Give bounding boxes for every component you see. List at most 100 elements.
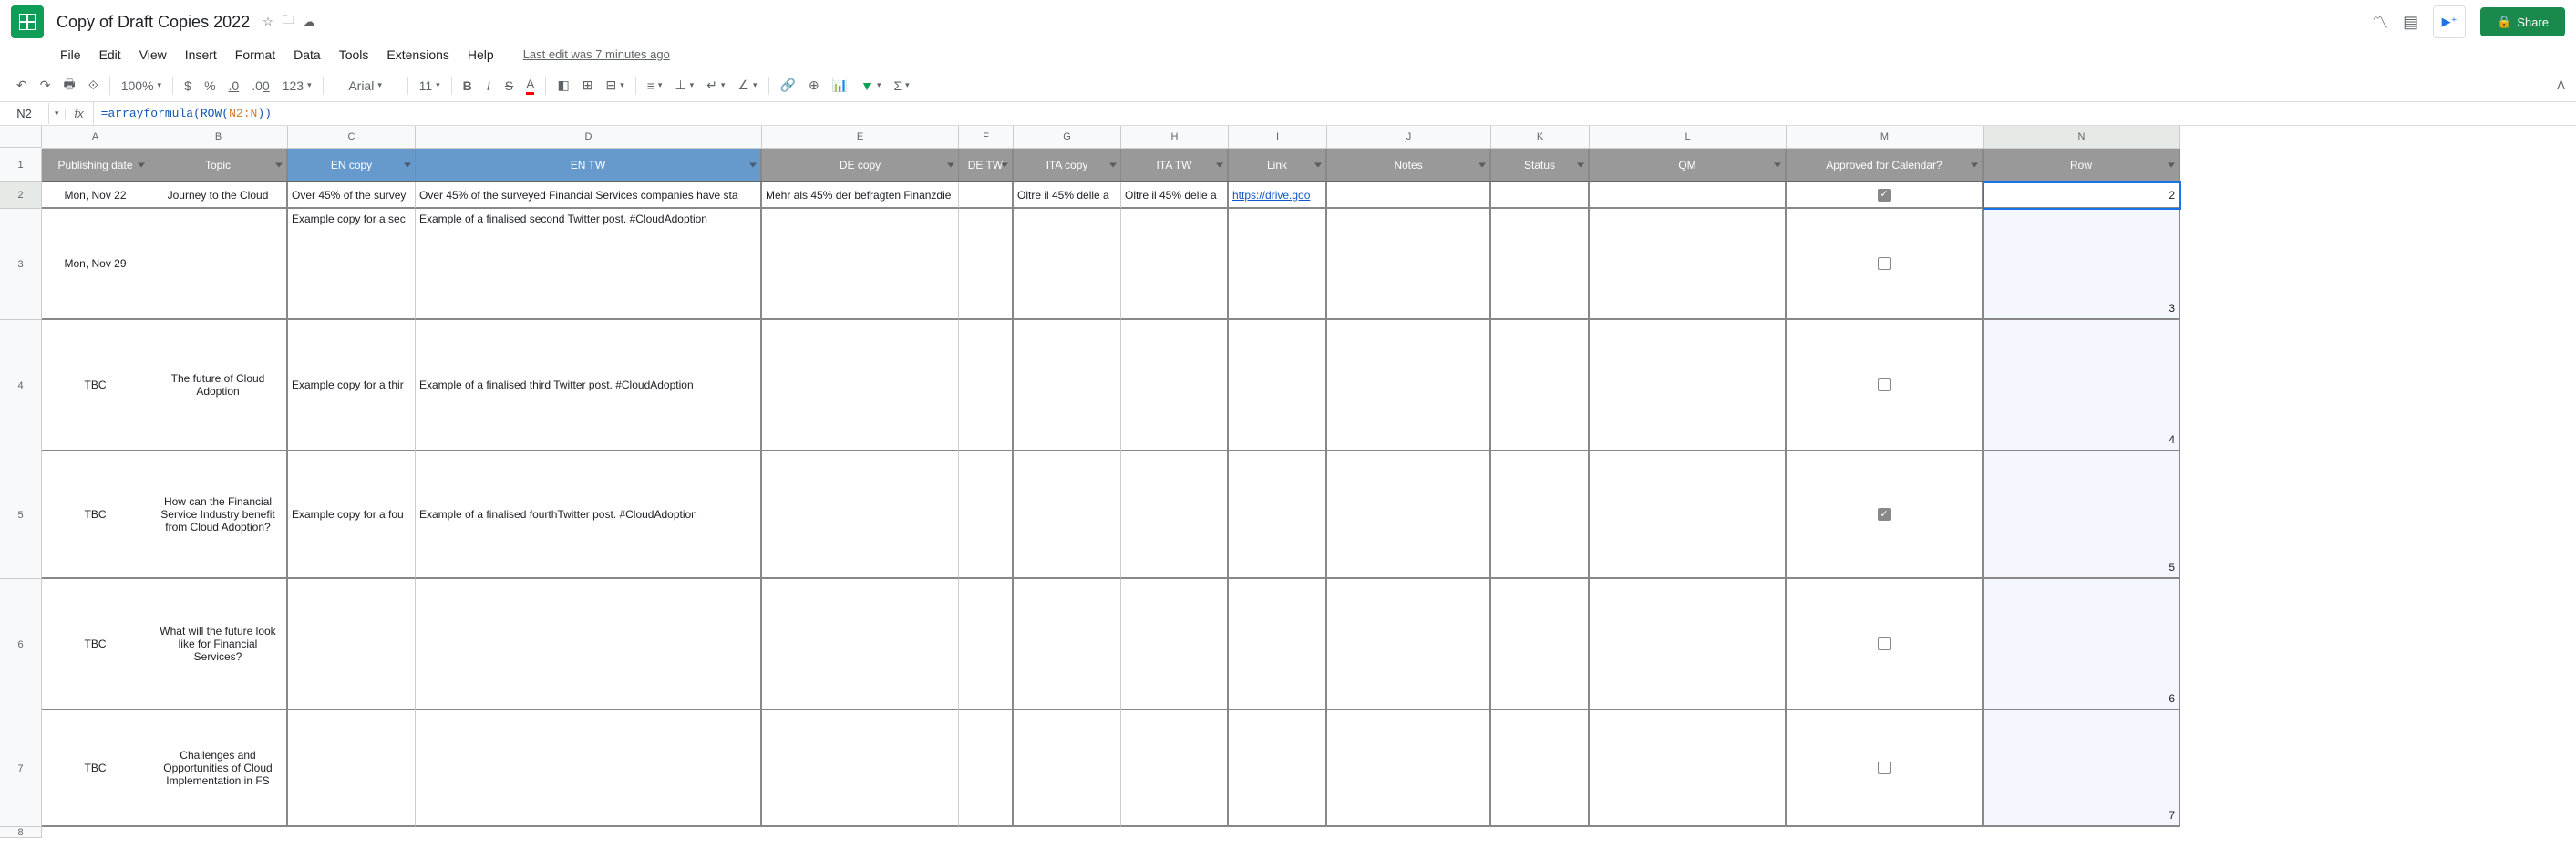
cell[interactable] — [1014, 579, 1121, 710]
font-select[interactable]: Arial — [329, 75, 402, 97]
cell[interactable] — [1590, 451, 1787, 579]
col-header-B[interactable]: B — [149, 126, 288, 149]
row-header-6[interactable]: 6 — [0, 579, 42, 710]
menu-tools[interactable]: Tools — [332, 44, 376, 66]
rotate-button[interactable]: ∠ — [732, 74, 762, 97]
filter-icon[interactable] — [2168, 162, 2175, 167]
header-link[interactable]: Link — [1229, 149, 1327, 182]
cell[interactable] — [1229, 209, 1327, 320]
cell[interactable] — [762, 209, 959, 320]
cell[interactable] — [959, 182, 1014, 209]
formula-input[interactable]: =arrayformula(ROW(N2:N)) — [94, 103, 2576, 124]
cell-checkbox[interactable] — [1787, 320, 1984, 451]
fill-color-button[interactable]: ◧ — [551, 74, 574, 97]
percent-button[interactable]: % — [199, 75, 221, 97]
menu-edit[interactable]: Edit — [92, 44, 129, 66]
checkbox-icon[interactable] — [1878, 638, 1891, 650]
wrap-button[interactable]: ↵ — [701, 74, 730, 97]
header-publishing-date[interactable]: Publishing date — [42, 149, 149, 182]
cell[interactable]: Over 45% of the survey — [288, 182, 416, 209]
col-header-F[interactable]: F — [959, 126, 1014, 149]
cell[interactable] — [1121, 579, 1229, 710]
cell[interactable] — [1590, 320, 1787, 451]
cell[interactable]: TBC — [42, 579, 149, 710]
font-size-select[interactable]: 11 — [414, 75, 446, 97]
cell[interactable]: How can the Financial Service Industry b… — [149, 451, 288, 579]
cell[interactable] — [1121, 320, 1229, 451]
cell[interactable] — [1121, 451, 1229, 579]
checkbox-icon[interactable] — [1878, 762, 1891, 774]
cell[interactable] — [1590, 209, 1787, 320]
header-qm[interactable]: QM — [1590, 149, 1787, 182]
cell[interactable]: Over 45% of the surveyed Financial Servi… — [416, 182, 762, 209]
activity-icon[interactable]: 〽 — [2372, 10, 2388, 34]
cell[interactable] — [1229, 710, 1327, 827]
name-box[interactable]: N2 — [0, 103, 49, 124]
menu-view[interactable]: View — [132, 44, 174, 66]
cell[interactable] — [1229, 451, 1327, 579]
col-header-L[interactable]: L — [1590, 126, 1787, 149]
cell[interactable]: What will the future look like for Finan… — [149, 579, 288, 710]
cell-checkbox[interactable] — [1787, 182, 1984, 209]
cell[interactable]: Example of a finalised third Twitter pos… — [416, 320, 762, 451]
cell-checkbox[interactable] — [1787, 209, 1984, 320]
cell[interactable]: 5 — [1984, 451, 2180, 579]
borders-button[interactable]: ⊞ — [577, 74, 599, 97]
cell[interactable] — [1491, 182, 1590, 209]
cell[interactable] — [1590, 710, 1787, 827]
filter-icon[interactable] — [1001, 162, 1008, 167]
cell[interactable]: Mon, Nov 22 — [42, 182, 149, 209]
cell[interactable]: Example of a finalised fourthTwitter pos… — [416, 451, 762, 579]
undo-button[interactable]: ↶ — [11, 74, 33, 97]
header-topic[interactable]: Topic — [149, 149, 288, 182]
meet-button[interactable]: ▶⁺ — [2433, 5, 2466, 38]
strike-button[interactable]: S — [500, 75, 519, 97]
cell[interactable] — [762, 320, 959, 451]
filter-icon[interactable] — [404, 162, 411, 167]
cell[interactable]: Example copy for a sec — [288, 209, 416, 320]
cell[interactable] — [959, 320, 1014, 451]
col-header-M[interactable]: M — [1787, 126, 1984, 149]
cell[interactable]: Example copy for a fou — [288, 451, 416, 579]
cell[interactable]: Mon, Nov 29 — [42, 209, 149, 320]
filter-icon[interactable] — [1216, 162, 1223, 167]
row-header-1[interactable]: 1 — [0, 149, 42, 182]
col-header-N[interactable]: N — [1984, 126, 2180, 149]
cell[interactable] — [416, 579, 762, 710]
name-box-dropdown-icon[interactable]: ▾ — [49, 109, 66, 119]
cell[interactable] — [1014, 209, 1121, 320]
row-header-5[interactable]: 5 — [0, 451, 42, 579]
cell[interactable] — [1327, 320, 1491, 451]
col-header-A[interactable]: A — [42, 126, 149, 149]
cloud-icon[interactable]: ☁ — [304, 15, 315, 29]
header-en-copy[interactable]: EN copy — [288, 149, 416, 182]
row-header-3[interactable]: 3 — [0, 209, 42, 320]
last-edit[interactable]: Last edit was 7 minutes ago — [516, 44, 677, 66]
cell[interactable]: TBC — [42, 710, 149, 827]
col-header-J[interactable]: J — [1327, 126, 1491, 149]
collapse-toolbar-icon[interactable]: ᐱ — [2557, 78, 2565, 93]
filter-icon[interactable] — [1577, 162, 1584, 167]
filter-icon[interactable] — [1109, 162, 1117, 167]
cell[interactable]: 3 — [1984, 209, 2180, 320]
col-header-K[interactable]: K — [1491, 126, 1590, 149]
checkbox-icon[interactable] — [1878, 508, 1891, 521]
filter-icon[interactable] — [1314, 162, 1322, 167]
menu-extensions[interactable]: Extensions — [379, 44, 456, 66]
cell[interactable] — [1121, 710, 1229, 827]
menu-format[interactable]: Format — [228, 44, 283, 66]
cell[interactable] — [1014, 320, 1121, 451]
link-button[interactable]: 🔗 — [775, 74, 801, 97]
cell[interactable] — [1014, 710, 1121, 827]
cell-checkbox[interactable] — [1787, 579, 1984, 710]
cell[interactable] — [1491, 209, 1590, 320]
cell[interactable] — [762, 710, 959, 827]
cell[interactable] — [959, 209, 1014, 320]
cell[interactable]: Challenges and Opportunities of Cloud Im… — [149, 710, 288, 827]
halign-button[interactable]: ≡ — [642, 75, 668, 97]
cell[interactable] — [1327, 579, 1491, 710]
header-ita-copy[interactable]: ITA copy — [1014, 149, 1121, 182]
number-format-select[interactable]: 123 — [277, 75, 317, 97]
paint-format-button[interactable]: ⟐ — [83, 74, 104, 97]
cell[interactable]: Journey to the Cloud — [149, 182, 288, 209]
